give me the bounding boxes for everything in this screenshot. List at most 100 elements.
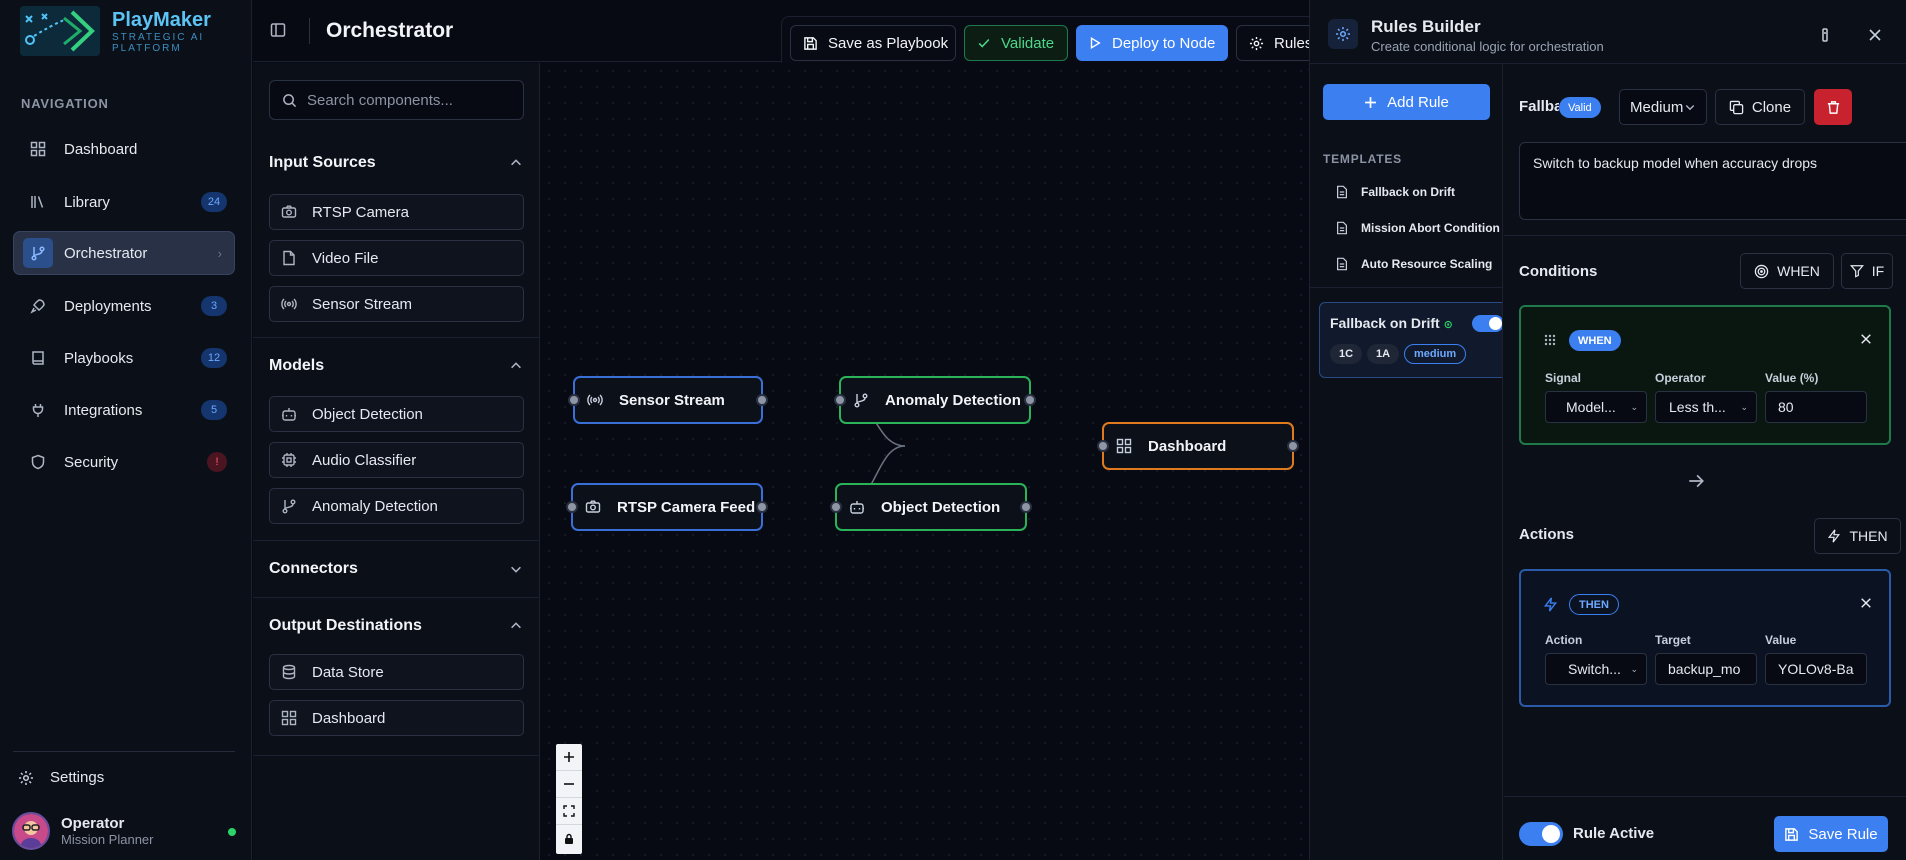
nav-item-security[interactable]: Security !	[13, 440, 235, 484]
input-handle[interactable]	[566, 501, 578, 513]
save-rule-button[interactable]: Save Rule	[1774, 816, 1888, 852]
value-input[interactable]: 80	[1765, 391, 1867, 423]
templates-heading: TEMPLATES	[1323, 152, 1402, 166]
file-text-icon	[1337, 221, 1347, 235]
remove-action-button[interactable]	[1860, 597, 1872, 609]
component-sensor-stream[interactable]: Sensor Stream	[269, 286, 524, 322]
add-rule-button[interactable]: Add Rule	[1323, 84, 1490, 120]
value-input[interactable]: YOLOv8-Ba	[1765, 653, 1867, 685]
settings-link[interactable]: Settings	[14, 769, 104, 786]
node-label: Sensor Stream	[619, 391, 725, 409]
playmaker-logo[interactable]	[20, 6, 100, 56]
clone-button[interactable]: Clone	[1715, 89, 1805, 125]
output-handle[interactable]	[756, 394, 768, 406]
section-title-connectors[interactable]: Connectors	[269, 560, 358, 578]
save-icon	[804, 36, 817, 50]
input-handle[interactable]	[830, 501, 842, 513]
nav-item-playbooks[interactable]: Playbooks 12	[13, 336, 235, 380]
zoom-in-button[interactable]	[556, 744, 582, 771]
sidebar-toggle-icon[interactable]	[270, 22, 286, 38]
fit-view-button[interactable]	[556, 798, 582, 825]
grid-icon	[28, 139, 48, 159]
value-label: Value (%)	[1765, 371, 1819, 385]
component-data-store[interactable]: Data Store	[269, 654, 524, 690]
node-object-detection[interactable]: Object Detection	[830, 483, 1032, 531]
output-handle[interactable]	[1287, 440, 1299, 452]
close-panel-button[interactable]	[1857, 18, 1893, 52]
nav-item-dashboard[interactable]: Dashboard	[13, 127, 235, 171]
rule-description-textarea[interactable]: Switch to backup model when accuracy dro…	[1519, 142, 1906, 220]
component-anomaly-detection[interactable]: Anomaly Detection	[269, 488, 524, 524]
remove-condition-button[interactable]	[1860, 333, 1872, 345]
zoom-out-button[interactable]	[556, 771, 582, 798]
section-title-input-sources[interactable]: Input Sources	[269, 154, 376, 172]
operator-select[interactable]: Less th... ⌄	[1655, 391, 1757, 423]
component-audio-classifier[interactable]: Audio Classifier	[269, 442, 524, 478]
signal-select[interactable]: Model... ⌄	[1545, 391, 1647, 423]
rule-card-fallback-on-drift[interactable]: Fallback on Drift ⊙ 1C 1A medium	[1319, 302, 1502, 378]
drag-handle-icon[interactable]	[1543, 333, 1557, 347]
component-search[interactable]	[269, 80, 524, 120]
flow-canvas[interactable]: Sensor Stream Anomaly Detection RTSP Cam…	[541, 63, 1308, 860]
deploy-to-node-button[interactable]: Deploy to Node	[1076, 25, 1228, 61]
node-dashboard[interactable]: Dashboard	[1097, 422, 1299, 470]
target-label: Target	[1655, 633, 1691, 647]
rule-enabled-toggle[interactable]	[1472, 315, 1502, 332]
plus-icon	[1365, 96, 1377, 108]
button-label: Save as Playbook	[828, 34, 949, 52]
component-object-detection[interactable]: Object Detection	[269, 396, 524, 432]
component-rtsp-camera[interactable]: RTSP Camera	[269, 194, 524, 230]
button-label: IF	[1871, 263, 1885, 279]
template-fallback-on-drift[interactable]: Fallback on Drift	[1335, 185, 1455, 199]
add-if-button[interactable]: IF	[1841, 253, 1893, 289]
component-dashboard[interactable]: Dashboard	[269, 700, 524, 736]
output-handle[interactable]	[756, 501, 768, 513]
rule-active-toggle[interactable]	[1519, 822, 1563, 846]
output-handle[interactable]	[1020, 501, 1032, 513]
input-value: backup_mo	[1668, 661, 1741, 677]
chevron-down-icon[interactable]	[509, 562, 523, 576]
rules-builder-panel: Rules Builder Create conditional logic f…	[1309, 0, 1906, 860]
save-as-playbook-button[interactable]: Save as Playbook	[790, 25, 956, 61]
component-label: Dashboard	[312, 709, 386, 727]
delete-rule-button[interactable]	[1814, 89, 1852, 125]
input-handle[interactable]	[568, 394, 580, 406]
target-input[interactable]: backup_mo	[1655, 653, 1757, 685]
input-handle[interactable]	[1097, 440, 1109, 452]
chevron-up-icon[interactable]	[509, 359, 523, 373]
input-handle[interactable]	[834, 394, 846, 406]
nav-item-orchestrator[interactable]: Orchestrator ›	[13, 231, 235, 275]
check-icon	[978, 38, 990, 48]
add-then-button[interactable]: THEN	[1814, 518, 1901, 554]
node-anomaly-detection[interactable]: Anomaly Detection	[834, 376, 1036, 424]
component-video-file[interactable]: Video File	[269, 240, 524, 276]
nav-item-integrations[interactable]: Integrations 5	[13, 388, 235, 432]
nav-item-deployments[interactable]: Deployments 3	[13, 284, 235, 328]
search-input[interactable]	[307, 91, 517, 109]
button-label: WHEN	[1777, 263, 1820, 279]
node-sensor-stream[interactable]: Sensor Stream	[568, 376, 768, 424]
template-mission-abort-condition[interactable]: Mission Abort Condition	[1335, 221, 1500, 235]
chevron-up-icon[interactable]	[509, 156, 523, 170]
avatar[interactable]	[12, 812, 50, 850]
section-title-output-destinations[interactable]: Output Destinations	[269, 617, 422, 635]
more-options-button[interactable]	[1807, 18, 1843, 52]
template-auto-resource-scaling[interactable]: Auto Resource Scaling	[1335, 257, 1492, 271]
validate-button[interactable]: Validate	[964, 25, 1068, 61]
action-select[interactable]: Switch... ⌄	[1545, 653, 1647, 685]
rule-name-field[interactable]: Fallback on Drift	[1519, 98, 1559, 115]
section-title-models[interactable]: Models	[269, 357, 324, 375]
lock-button[interactable]	[556, 825, 582, 852]
output-handle[interactable]	[1024, 394, 1036, 406]
chevron-up-icon[interactable]	[509, 619, 523, 633]
nav-item-label: Playbooks	[64, 349, 134, 367]
nav-item-library[interactable]: Library 24	[13, 180, 235, 224]
button-label: THEN	[1849, 528, 1888, 544]
divider	[253, 540, 540, 541]
shield-icon	[28, 452, 48, 472]
node-rtsp-camera-feed[interactable]: RTSP Camera Feed	[566, 483, 768, 531]
check-circle-icon: ⊙	[1443, 319, 1453, 331]
button-label: Save Rule	[1808, 825, 1878, 843]
priority-select[interactable]: Medium	[1619, 89, 1707, 125]
add-when-button[interactable]: WHEN	[1740, 253, 1834, 289]
